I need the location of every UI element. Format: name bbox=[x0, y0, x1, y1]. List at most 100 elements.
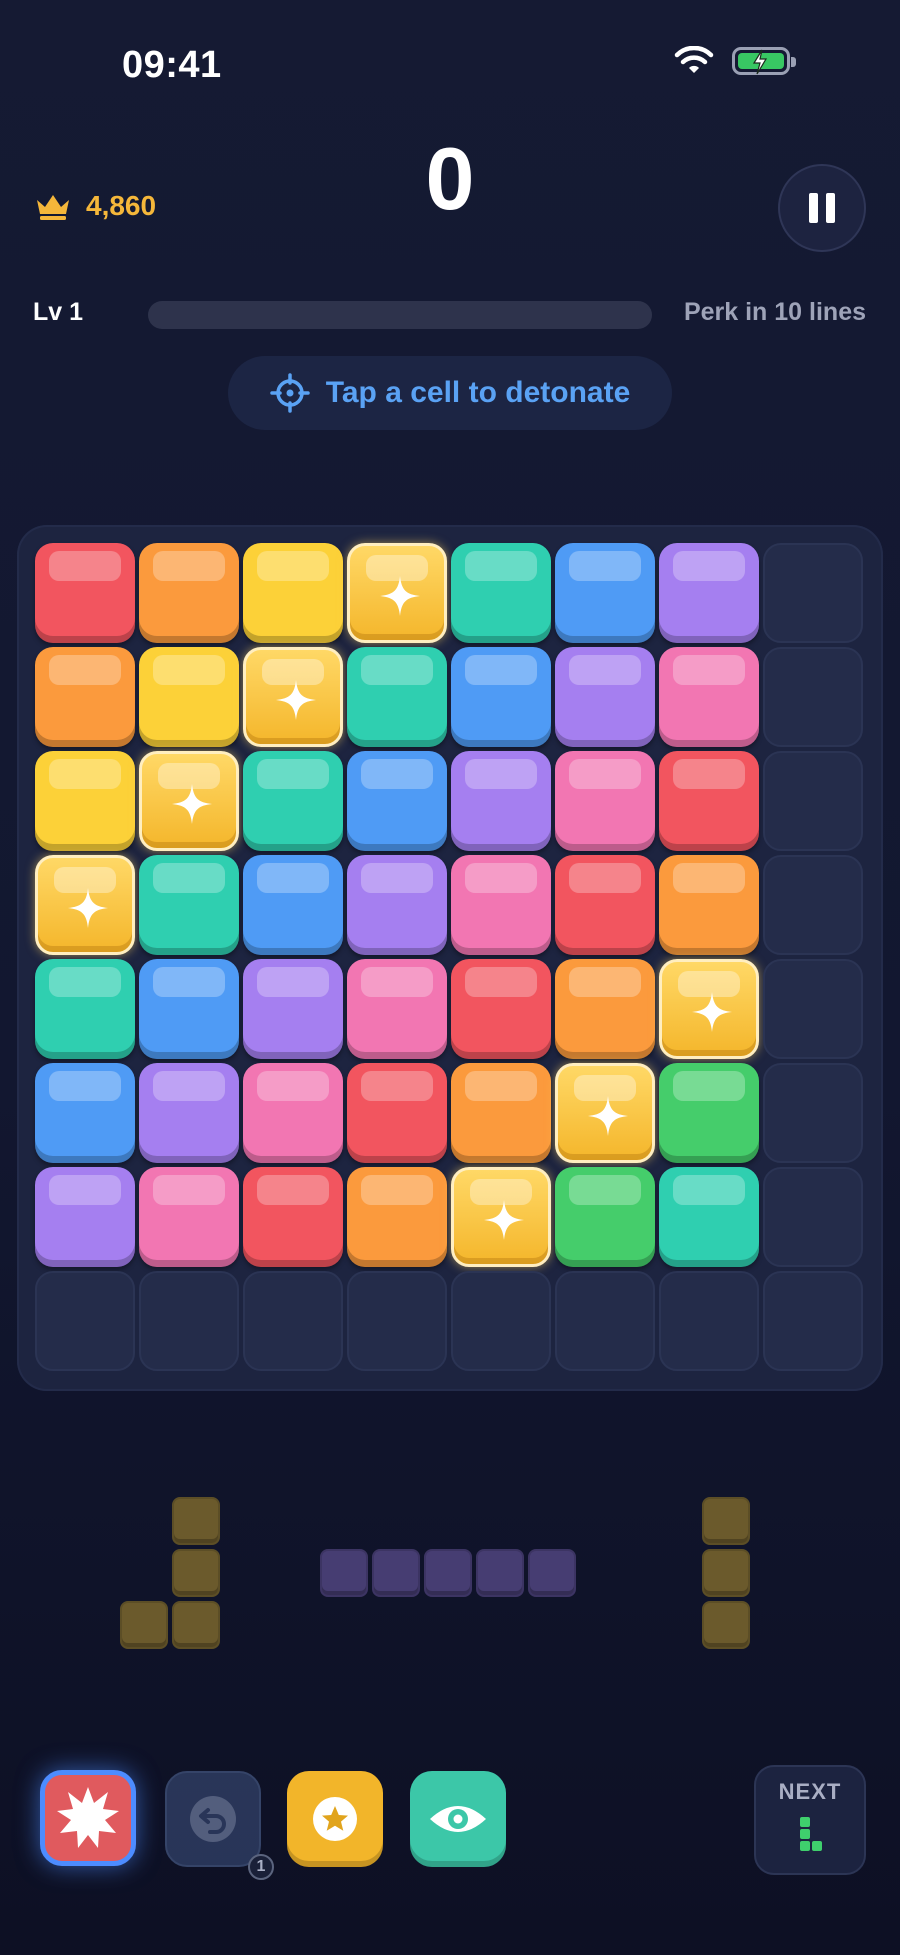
star-block-cell[interactable] bbox=[139, 751, 239, 851]
piece-block bbox=[172, 1549, 220, 1597]
blue-block-cell[interactable] bbox=[139, 959, 239, 1059]
red-block-cell[interactable] bbox=[451, 959, 551, 1059]
pause-button[interactable] bbox=[778, 164, 866, 252]
empty-cell[interactable] bbox=[763, 1167, 863, 1267]
empty-cell[interactable] bbox=[35, 1271, 135, 1371]
next-piece-block bbox=[812, 1841, 822, 1851]
empty-cell[interactable] bbox=[555, 1271, 655, 1371]
crosshair-icon bbox=[270, 373, 310, 413]
pink-block-cell[interactable] bbox=[659, 647, 759, 747]
purple-block-cell[interactable] bbox=[139, 1063, 239, 1163]
orange-block-cell[interactable] bbox=[35, 647, 135, 747]
piece-block bbox=[320, 1549, 368, 1597]
purple-block-cell[interactable] bbox=[35, 1167, 135, 1267]
bomb-powerup-button[interactable] bbox=[40, 1770, 136, 1866]
green-block-cell[interactable] bbox=[555, 1167, 655, 1267]
green-block-cell[interactable] bbox=[659, 1063, 759, 1163]
undo-icon bbox=[190, 1796, 236, 1842]
hint-banner: Tap a cell to detonate bbox=[228, 356, 672, 430]
pink-block-cell[interactable] bbox=[139, 1167, 239, 1267]
blue-block-cell[interactable] bbox=[451, 647, 551, 747]
undo-count-badge: 1 bbox=[248, 1854, 274, 1880]
pink-block-cell[interactable] bbox=[243, 1063, 343, 1163]
piece-block bbox=[528, 1549, 576, 1597]
star-block-cell[interactable] bbox=[243, 647, 343, 747]
next-piece-block bbox=[800, 1829, 810, 1839]
orange-block-cell[interactable] bbox=[139, 543, 239, 643]
purple-block-cell[interactable] bbox=[659, 543, 759, 643]
star-block-cell[interactable] bbox=[347, 543, 447, 643]
teal-block-cell[interactable] bbox=[243, 751, 343, 851]
next-label: NEXT bbox=[778, 1779, 842, 1804]
empty-cell[interactable] bbox=[763, 855, 863, 955]
wifi-icon bbox=[674, 46, 714, 73]
orange-block-cell[interactable] bbox=[555, 959, 655, 1059]
empty-cell[interactable] bbox=[763, 751, 863, 851]
empty-cell[interactable] bbox=[763, 543, 863, 643]
eye-powerup-button[interactable] bbox=[410, 1771, 506, 1867]
empty-cell[interactable] bbox=[347, 1271, 447, 1371]
star-block-cell[interactable] bbox=[659, 959, 759, 1059]
purple-block-cell[interactable] bbox=[347, 855, 447, 955]
star-coin-icon bbox=[313, 1797, 357, 1841]
red-block-cell[interactable] bbox=[35, 543, 135, 643]
blue-block-cell[interactable] bbox=[347, 751, 447, 851]
empty-cell[interactable] bbox=[763, 959, 863, 1059]
piece-block bbox=[702, 1601, 750, 1649]
red-block-cell[interactable] bbox=[659, 751, 759, 851]
level-progress-bar bbox=[148, 301, 652, 329]
piece-block bbox=[424, 1549, 472, 1597]
blue-block-cell[interactable] bbox=[35, 1063, 135, 1163]
star-powerup-button[interactable] bbox=[287, 1771, 383, 1867]
next-piece-block bbox=[800, 1841, 810, 1851]
hint-text: Tap a cell to detonate bbox=[325, 376, 631, 409]
piece-block bbox=[372, 1549, 420, 1597]
empty-cell[interactable] bbox=[139, 1271, 239, 1371]
orange-block-cell[interactable] bbox=[659, 855, 759, 955]
red-block-cell[interactable] bbox=[555, 855, 655, 955]
empty-cell[interactable] bbox=[451, 1271, 551, 1371]
red-block-cell[interactable] bbox=[347, 1063, 447, 1163]
teal-block-cell[interactable] bbox=[451, 543, 551, 643]
star-block-cell[interactable] bbox=[555, 1063, 655, 1163]
pause-icon bbox=[809, 193, 818, 223]
pink-block-cell[interactable] bbox=[347, 959, 447, 1059]
teal-block-cell[interactable] bbox=[139, 855, 239, 955]
undo-button[interactable] bbox=[165, 1771, 261, 1867]
red-block-cell[interactable] bbox=[243, 1167, 343, 1267]
eye-icon bbox=[430, 1806, 486, 1832]
teal-block-cell[interactable] bbox=[347, 647, 447, 747]
blue-block-cell[interactable] bbox=[243, 855, 343, 955]
explosion-icon bbox=[57, 1787, 119, 1848]
orange-block-cell[interactable] bbox=[451, 1063, 551, 1163]
empty-cell[interactable] bbox=[763, 647, 863, 747]
teal-block-cell[interactable] bbox=[659, 1167, 759, 1267]
teal-block-cell[interactable] bbox=[35, 959, 135, 1059]
purple-block-cell[interactable] bbox=[555, 647, 655, 747]
purple-block-cell[interactable] bbox=[243, 959, 343, 1059]
perk-text: Perk in 10 lines bbox=[683, 298, 866, 326]
yellow-block-cell[interactable] bbox=[243, 543, 343, 643]
blue-block-cell[interactable] bbox=[555, 543, 655, 643]
pink-block-cell[interactable] bbox=[451, 855, 551, 955]
piece-block bbox=[172, 1497, 220, 1545]
piece-block bbox=[172, 1601, 220, 1649]
piece-block bbox=[702, 1549, 750, 1597]
orange-block-cell[interactable] bbox=[347, 1167, 447, 1267]
status-indicators bbox=[674, 46, 796, 76]
pause-icon-bar bbox=[826, 193, 835, 223]
yellow-block-cell[interactable] bbox=[139, 647, 239, 747]
empty-cell[interactable] bbox=[763, 1271, 863, 1371]
piece-block bbox=[476, 1549, 524, 1597]
yellow-block-cell[interactable] bbox=[35, 751, 135, 851]
star-block-cell[interactable] bbox=[451, 1167, 551, 1267]
purple-block-cell[interactable] bbox=[451, 751, 551, 851]
empty-cell[interactable] bbox=[659, 1271, 759, 1371]
star-block-cell[interactable] bbox=[35, 855, 135, 955]
empty-cell[interactable] bbox=[763, 1063, 863, 1163]
empty-cell[interactable] bbox=[243, 1271, 343, 1371]
battery-icon bbox=[732, 47, 796, 75]
pink-block-cell[interactable] bbox=[555, 751, 655, 851]
next-piece-block bbox=[800, 1817, 810, 1827]
piece-block bbox=[120, 1601, 168, 1649]
